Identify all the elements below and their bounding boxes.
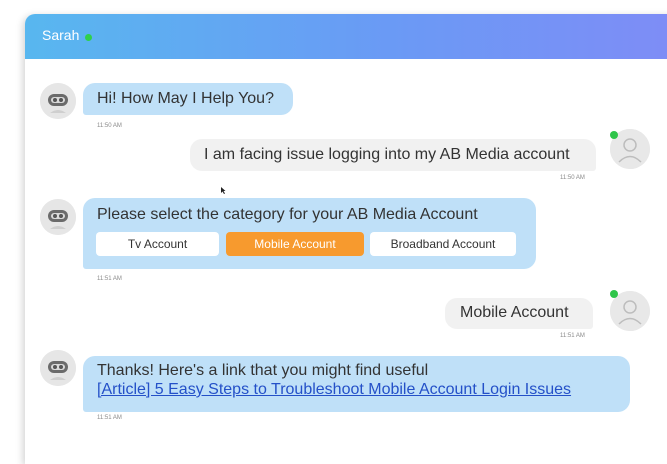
- message-timestamp: 11:51 AM: [560, 333, 585, 339]
- message-timestamp: 11:51 AM: [97, 276, 122, 282]
- mobile-account-option-button[interactable]: Mobile Account: [226, 232, 364, 256]
- mouse-pointer-icon: [221, 181, 226, 199]
- article-link[interactable]: [Article] 5 Easy Steps to Troubleshoot M…: [97, 381, 571, 399]
- user-online-indicator: [610, 131, 618, 139]
- user-message-bubble: I am facing issue logging into my AB Med…: [190, 139, 596, 171]
- bot-avatar: [40, 199, 76, 235]
- bot-message-bubble: Thanks! Here's a link that you might fin…: [83, 356, 630, 412]
- broadband-account-option-button[interactable]: Broadband Account: [370, 232, 516, 256]
- message-timestamp: 11:51 AM: [97, 415, 122, 421]
- message-text: Mobile Account: [460, 304, 569, 321]
- user-online-indicator: [610, 290, 618, 298]
- message-text: Thanks! Here's a link that you might fin…: [97, 362, 429, 379]
- message-timestamp: 11:50 AM: [97, 123, 122, 129]
- user-message-bubble: Mobile Account: [445, 298, 593, 329]
- robot-icon: [40, 83, 76, 119]
- bot-avatar: [40, 83, 76, 119]
- bot-message-bubble: Please select the category for your AB M…: [83, 198, 536, 269]
- agent-name: Sarah: [42, 27, 80, 43]
- message-text: Hi! How May I Help You?: [97, 90, 274, 107]
- bot-message-bubble: Hi! How May I Help You?: [83, 83, 293, 115]
- robot-icon: [40, 199, 76, 235]
- message-text: I am facing issue logging into my AB Med…: [204, 146, 570, 163]
- chat-header: Sarah: [25, 14, 667, 59]
- bot-avatar: [40, 350, 76, 386]
- robot-icon: [40, 350, 76, 386]
- tv-account-option-button[interactable]: Tv Account: [96, 232, 219, 256]
- message-timestamp: 11:50 AM: [560, 175, 585, 181]
- online-status-indicator: [85, 34, 92, 41]
- message-text: Please select the category for your AB M…: [97, 206, 478, 223]
